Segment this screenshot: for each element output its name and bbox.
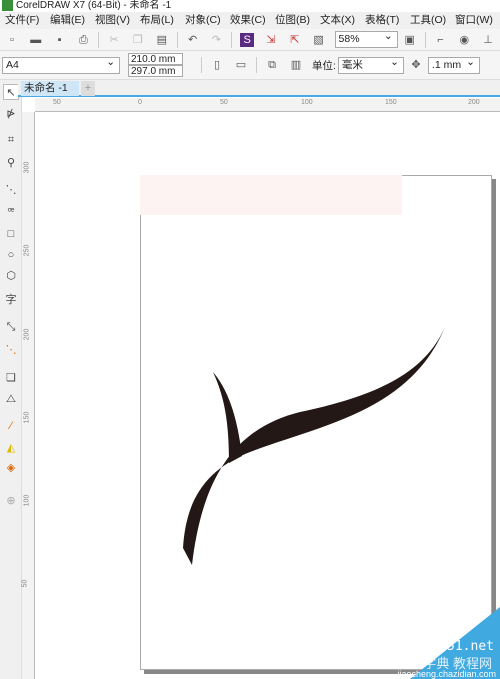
watermark: jb51.net 查字典 教程网 jiaocheng.chazidian.com — [330, 607, 500, 679]
main-curve[interactable] — [183, 327, 445, 565]
brush-stroke-shape[interactable] — [0, 0, 500, 679]
watermark-text: jiaocheng.chazidian.com — [397, 669, 496, 679]
branch-curve[interactable] — [213, 372, 242, 463]
watermark-text: jb51.net — [431, 639, 494, 654]
